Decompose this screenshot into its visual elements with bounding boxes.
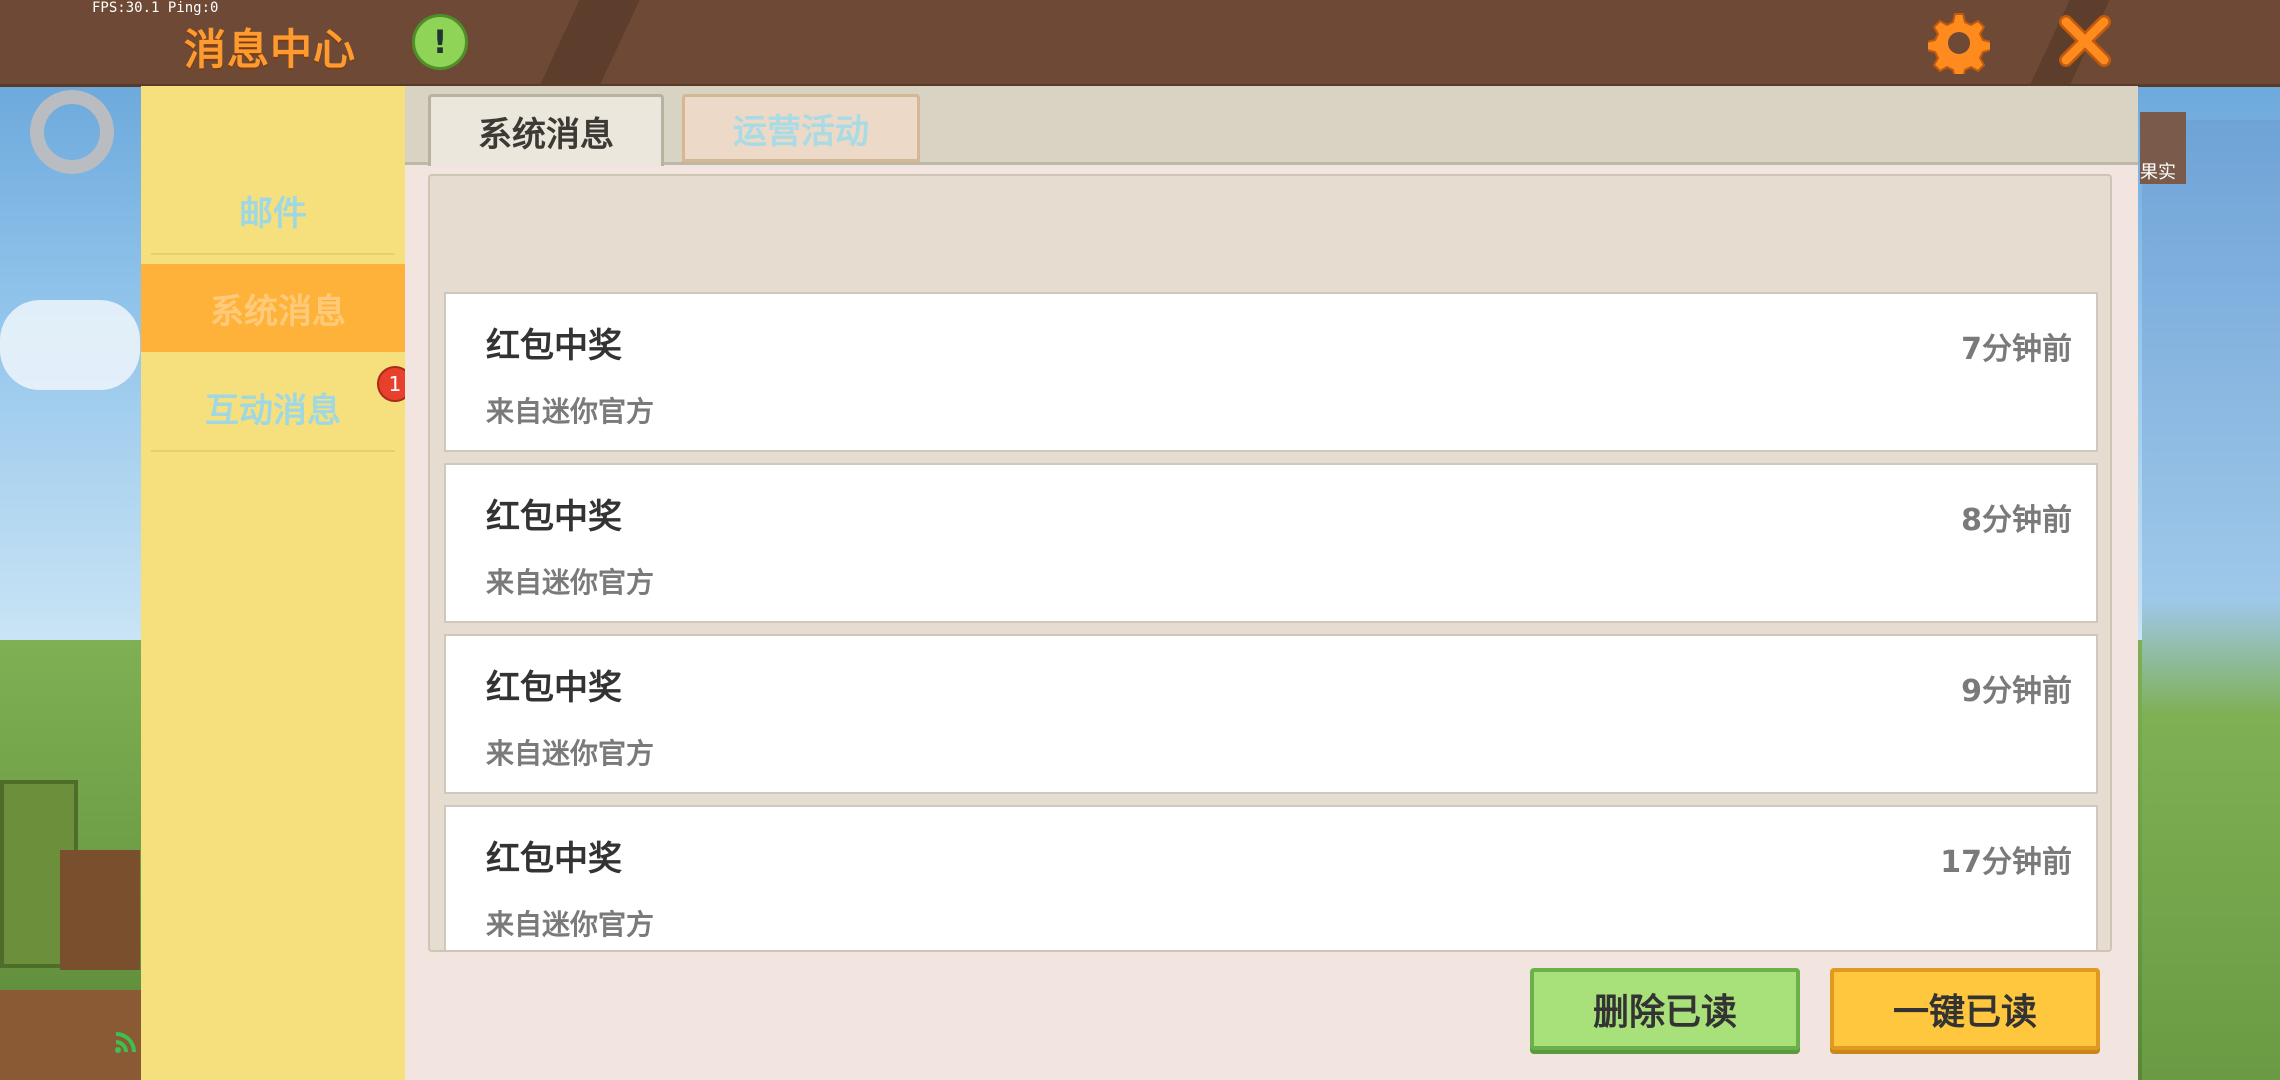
list-item[interactable]: 红包中奖 来自迷你官方 17分钟前 — [444, 805, 2098, 950]
message-title: 红包中奖 — [486, 839, 622, 879]
message-source: 来自迷你官方 — [486, 395, 655, 428]
sidebar-item-mail[interactable]: 邮件 — [141, 165, 405, 255]
message-source: 来自迷你官方 — [486, 566, 655, 599]
list-item[interactable]: 红包中奖 来自迷你官方 9分钟前 — [444, 634, 2098, 794]
close-icon — [2059, 15, 2111, 67]
joystick-ring[interactable] — [30, 90, 114, 174]
mark-all-read-button[interactable]: 一键已读 — [1830, 968, 2100, 1050]
delete-read-button[interactable]: 删除已读 — [1530, 968, 1800, 1050]
message-time: 8分钟前 — [1961, 503, 2072, 538]
message-time: 17分钟前 — [1940, 845, 2072, 880]
exclamation-icon: ! — [432, 23, 448, 61]
list-item[interactable]: 红包中奖 来自迷你官方 8分钟前 — [444, 463, 2098, 623]
fruit-item-icon[interactable]: 果实 — [2140, 112, 2186, 184]
divider — [151, 253, 395, 255]
message-title: 红包中奖 — [486, 326, 622, 366]
message-time: 9分钟前 — [1961, 674, 2072, 709]
sidebar-item-label: 系统消息 — [210, 291, 346, 332]
fruit-label: 果实 — [2140, 162, 2176, 183]
fps-readout: FPS:30.1 Ping:0 — [92, 0, 219, 16]
sidebar-item-label: 互动消息 — [205, 390, 341, 431]
gear-icon — [1926, 13, 1992, 79]
sidebar-item-label: 邮件 — [239, 193, 307, 234]
message-title: 红包中奖 — [486, 668, 622, 708]
page-title: 消息中心 — [184, 25, 357, 74]
message-time: 7分钟前 — [1961, 332, 2072, 367]
tab-strip — [405, 86, 2138, 165]
tab-system-messages[interactable]: 系统消息 — [428, 94, 664, 166]
close-button[interactable] — [2058, 14, 2112, 68]
sidebar-item-system-messages[interactable]: 系统消息 — [141, 264, 415, 352]
message-list[interactable]: 红包中奖 来自迷你官方 7分钟前 红包中奖 来自迷你官方 8分钟前 红包中奖 来… — [428, 174, 2112, 952]
divider — [151, 450, 395, 452]
decor-stripe — [540, 0, 640, 84]
message-source: 来自迷你官方 — [486, 737, 655, 770]
sidebar-item-interactive-messages[interactable]: 互动消息 — [141, 362, 405, 452]
message-source: 来自迷你官方 — [486, 908, 655, 941]
message-title: 红包中奖 — [486, 497, 622, 537]
cloud — [0, 300, 140, 390]
tab-operation-events[interactable]: 运营活动 — [682, 94, 920, 162]
dirt-block — [60, 850, 140, 970]
right-scenery — [2142, 120, 2280, 1080]
list-item[interactable]: 红包中奖 来自迷你官方 7分钟前 — [444, 292, 2098, 452]
alert-button[interactable]: ! — [412, 14, 468, 70]
settings-button[interactable] — [1926, 12, 1992, 79]
